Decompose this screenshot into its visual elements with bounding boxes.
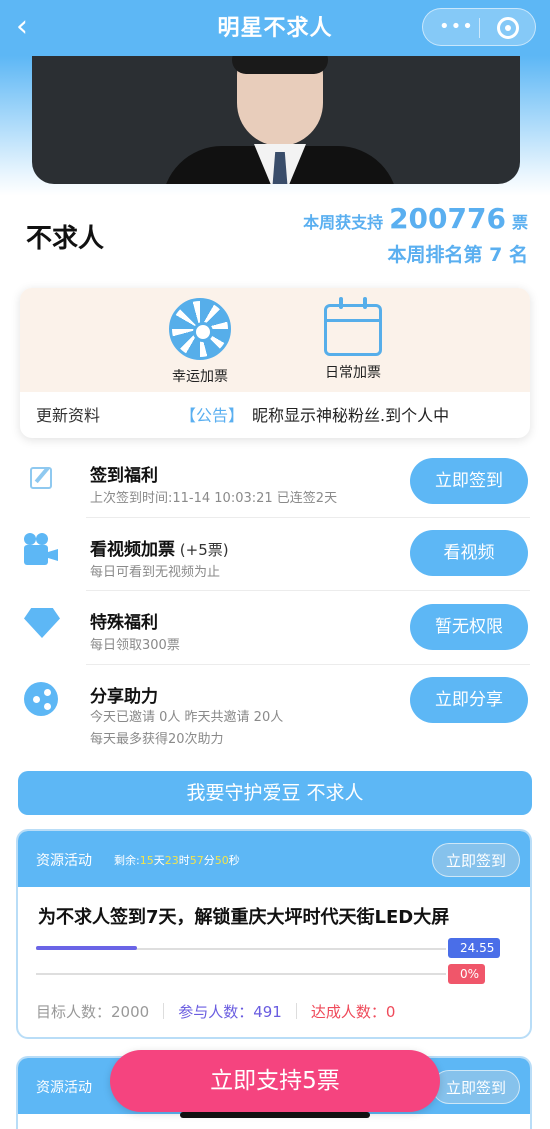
top-bar: ‹ 明星不求人 ••• <box>0 0 550 56</box>
checkin-button[interactable]: 立即签到 <box>410 458 528 504</box>
resource-card-title: 资源活动 <box>36 1080 92 1096</box>
resource-activity-title: 为不求人签到7天，解锁重庆大坪时代天街LED大屏 <box>38 907 450 928</box>
feature-card: 幸运加票 日常加票 更新资料 【公告】 昵称显示神秘粉丝.到个人中 <box>20 288 530 438</box>
edit-icon <box>30 467 52 489</box>
marquee-left-text: 更新资料 <box>36 406 101 425</box>
weekly-support-unit: 票 <box>511 213 528 232</box>
lucky-vote-label: 幸运加票 <box>172 369 228 385</box>
star-photo <box>32 56 520 184</box>
divider <box>86 664 530 665</box>
weekly-support-value: 200776 <box>389 202 506 235</box>
no-permission-button[interactable]: 暂无权限 <box>410 604 528 650</box>
weekly-stats: 本周获支持 200776 票 本周排名第 7 名 <box>303 202 528 270</box>
lucky-wheel-icon <box>169 298 231 360</box>
resource-checkin-button[interactable]: 立即签到 <box>432 843 520 877</box>
participant-count: 参与人数：491 <box>178 1003 282 1021</box>
progress-tag-blue: 24.55 <box>448 938 501 958</box>
task-desc-2: 每天最多获得20次助力 <box>90 732 224 747</box>
share-icon <box>24 682 58 716</box>
resource-card-title: 资源活动 <box>36 853 92 869</box>
task-name: 分享助力 <box>90 687 158 707</box>
task-name: 特殊福利 <box>90 613 158 633</box>
task-desc: 每日领取300票 <box>90 638 180 653</box>
target-count: 目标人数：2000 <box>36 1003 150 1021</box>
progress-tag-red: 0% <box>448 964 486 984</box>
announcement-text: 昵称显示神秘粉丝.到个人中 <box>252 406 450 425</box>
more-dots-icon[interactable]: ••• <box>439 18 474 36</box>
weekly-support-prefix: 本周获支持 <box>303 213 384 232</box>
task-desc: 上次签到时间:11-14 10:03:21 已连签2天 <box>90 491 338 506</box>
diamond-icon <box>24 608 60 638</box>
divider <box>86 517 530 518</box>
progress-fill-blue <box>36 946 137 950</box>
weekly-rank: 本周排名第 7 名 <box>387 244 528 266</box>
task-name: 签到福利 <box>90 466 158 486</box>
capsule-divider <box>479 18 480 38</box>
target-close-icon[interactable] <box>497 17 519 39</box>
share-button[interactable]: 立即分享 <box>410 677 528 723</box>
resource-card: 资源活动 剩余:15天23时57分50秒 立即签到 为不求人签到7天，解锁重庆大… <box>16 829 532 1039</box>
announcement-tag: 【公告】 <box>180 406 245 425</box>
calendar-icon <box>324 297 382 356</box>
photo-hair <box>232 56 328 74</box>
progress-track-red <box>36 973 446 975</box>
guard-idol-button[interactable]: 我要守护爱豆 不求人 <box>18 771 532 815</box>
home-indicator <box>180 1112 370 1118</box>
watch-video-button[interactable]: 看视频 <box>410 530 528 576</box>
task-name: 看视频加票 (+5票) <box>90 540 229 560</box>
video-camera-icon <box>24 533 60 569</box>
mini-program-capsule: ••• <box>422 8 536 46</box>
task-desc: 今天已邀请 0人 昨天共邀请 20人 <box>90 710 284 725</box>
announcement-marquee[interactable]: 更新资料 【公告】 昵称显示神秘粉丝.到个人中 <box>20 402 530 428</box>
feature-card-bg <box>20 288 530 392</box>
achieved-count: 达成人数：0 <box>310 1003 396 1021</box>
resource-stats: 目标人数：2000 参与人数：491 达成人数：0 <box>36 1001 395 1022</box>
resource-checkin-button[interactable]: 立即签到 <box>432 1070 520 1104</box>
daily-vote-label: 日常加票 <box>325 365 381 381</box>
countdown: 剩余:15天23时57分50秒 <box>114 854 240 867</box>
task-desc: 每日可看到无视频为止 <box>90 565 221 580</box>
star-name: 不求人 <box>26 224 105 254</box>
support-vote-button[interactable]: 立即支持5票 <box>110 1050 440 1112</box>
weekly-support: 本周获支持 200776 票 <box>303 202 528 240</box>
divider <box>86 590 530 591</box>
daily-vote-button[interactable]: 日常加票 <box>298 297 408 382</box>
lucky-vote-button[interactable]: 幸运加票 <box>145 298 255 386</box>
